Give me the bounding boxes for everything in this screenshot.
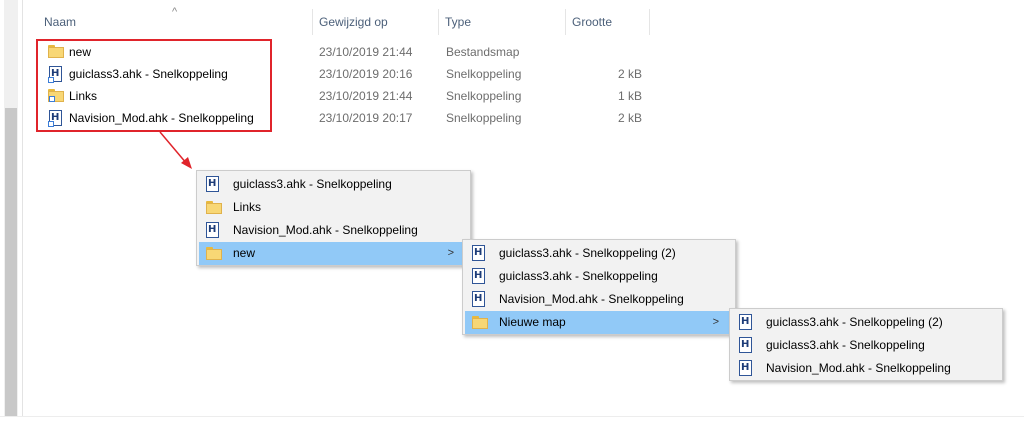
menu-item-label: Navision_Mod.ahk - Snelkoppeling xyxy=(766,361,951,375)
menu-item[interactable]: H Navision_Mod.ahk - Snelkoppeling xyxy=(199,219,468,242)
context-menu-3: H guiclass3.ahk - Snelkoppeling (2) H gu… xyxy=(729,308,1003,381)
ahk-icon: H xyxy=(472,291,486,307)
window-bottom-edge xyxy=(0,416,1024,431)
menu-item-nieuwe-map[interactable]: Nieuwe map > xyxy=(465,311,733,334)
ahk-icon: H xyxy=(472,268,486,284)
ahk-icon: H xyxy=(739,337,753,353)
menu-item-label: Nieuwe map xyxy=(499,315,566,329)
menu-item[interactable]: H guiclass3.ahk - Snelkoppeling xyxy=(732,334,1000,357)
folder-icon xyxy=(472,316,488,329)
menu-item-label: Navision_Mod.ahk - Snelkoppeling xyxy=(499,292,684,306)
ahk-icon: H xyxy=(739,360,753,376)
menu-item-label: guiclass3.ahk - Snelkoppeling (2) xyxy=(499,246,676,260)
menu-item[interactable]: H guiclass3.ahk - Snelkoppeling xyxy=(199,173,468,196)
menu-item-label: Navision_Mod.ahk - Snelkoppeling xyxy=(233,223,418,237)
ahk-icon: H xyxy=(472,245,486,261)
menu-item[interactable]: H guiclass3.ahk - Snelkoppeling (2) xyxy=(732,311,1000,334)
menu-item-label: Links xyxy=(233,200,262,214)
menu-item-label: guiclass3.ahk - Snelkoppeling (2) xyxy=(766,315,943,329)
chevron-right-icon: > xyxy=(447,247,454,259)
menu-item[interactable]: Links xyxy=(199,196,468,219)
menu-item-label: guiclass3.ahk - Snelkoppeling xyxy=(233,177,392,191)
ahk-icon: H xyxy=(206,176,220,192)
folder-icon xyxy=(206,201,222,214)
context-menu-2: H guiclass3.ahk - Snelkoppeling (2) H gu… xyxy=(462,239,736,335)
ahk-icon: H xyxy=(206,222,220,238)
menu-item-label: guiclass3.ahk - Snelkoppeling xyxy=(499,269,658,283)
ahk-icon: H xyxy=(739,314,753,330)
menu-item-label: guiclass3.ahk - Snelkoppeling xyxy=(766,338,925,352)
menu-item[interactable]: H Navision_Mod.ahk - Snelkoppeling xyxy=(465,288,733,311)
menu-item-new[interactable]: new > xyxy=(199,242,468,265)
menu-item[interactable]: H guiclass3.ahk - Snelkoppeling xyxy=(465,265,733,288)
menu-item[interactable]: H Navision_Mod.ahk - Snelkoppeling xyxy=(732,357,1000,380)
menu-item-label: new xyxy=(233,246,256,260)
context-menu-1: H guiclass3.ahk - Snelkoppeling Links H … xyxy=(196,170,471,266)
chevron-right-icon: > xyxy=(712,316,719,328)
folder-icon xyxy=(206,247,222,260)
menu-item[interactable]: H guiclass3.ahk - Snelkoppeling (2) xyxy=(465,242,733,265)
